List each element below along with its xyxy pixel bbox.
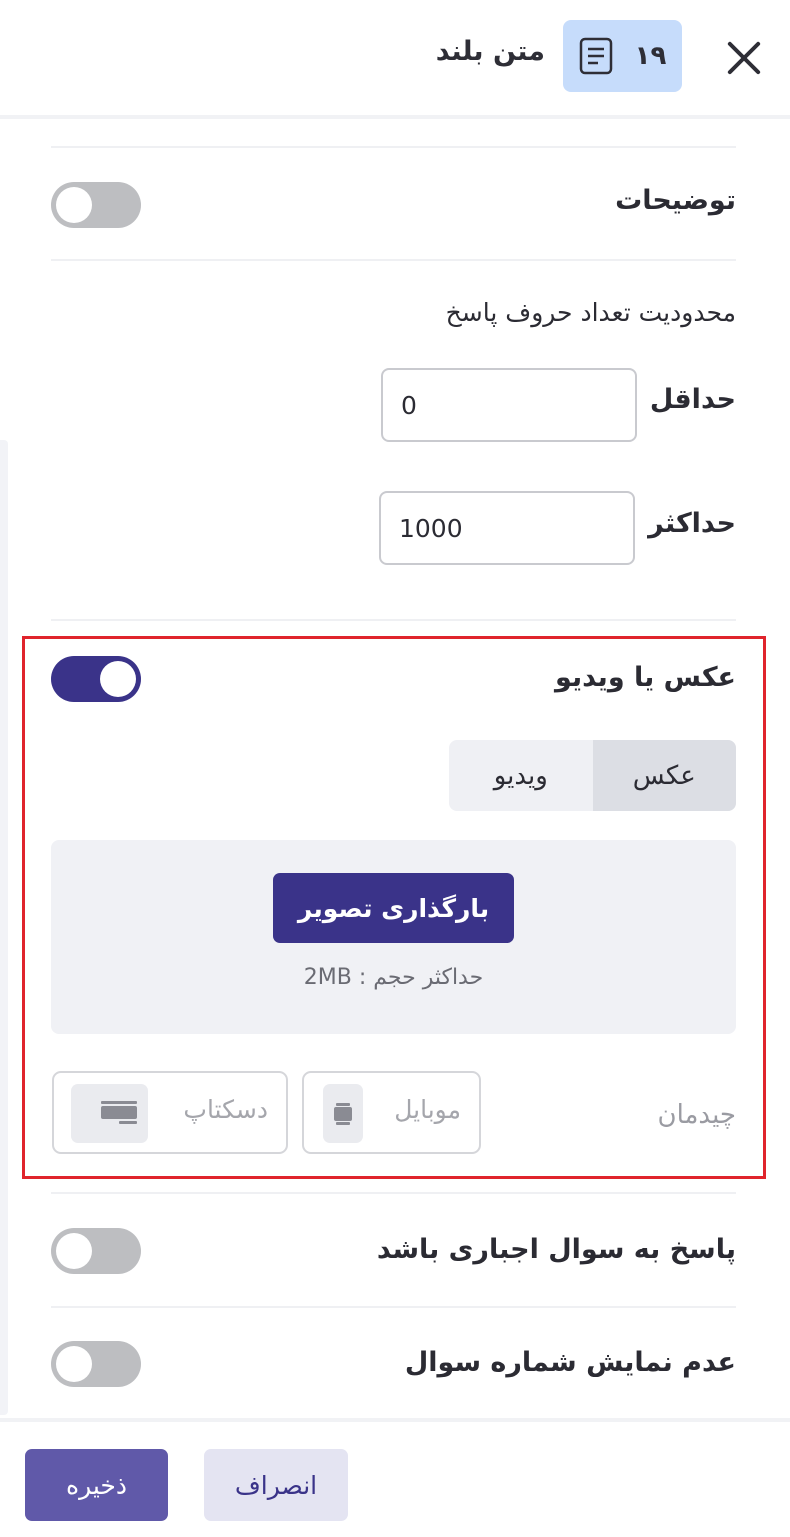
upload-area: بارگذاری تصویر حداکثر حجم : 2MB <box>51 840 736 1034</box>
layout-option-label: موبایل <box>394 1095 461 1124</box>
close-icon[interactable] <box>722 36 766 80</box>
description-label: توضیحات <box>615 185 736 216</box>
layout-option-mobile[interactable]: موبایل <box>302 1071 481 1154</box>
layout-option-desktop[interactable]: دسکتاپ <box>52 1071 288 1154</box>
divider <box>51 259 736 261</box>
question-number-badge: ۱۹ <box>563 20 682 92</box>
required-label: پاسخ به سوال اجباری باشد <box>376 1234 736 1265</box>
upload-size-hint: حداکثر حجم : 2MB <box>303 965 484 990</box>
required-toggle[interactable] <box>51 1228 141 1274</box>
scrollbar-track[interactable] <box>0 440 8 1415</box>
footer-divider <box>0 1418 790 1422</box>
min-chars-input[interactable] <box>381 368 637 442</box>
tab-image[interactable]: عکس <box>592 740 736 811</box>
question-type-title: متن بلند <box>435 36 545 67</box>
toggle-knob <box>100 661 136 697</box>
char-limit-title: محدودیت تعداد حروف پاسخ <box>445 298 736 327</box>
divider <box>51 1306 736 1308</box>
divider <box>51 1192 736 1194</box>
mobile-icon <box>323 1084 363 1143</box>
document-lines-icon <box>579 37 613 75</box>
toggle-knob <box>56 187 92 223</box>
tab-video[interactable]: ویدیو <box>449 740 593 811</box>
desktop-icon <box>71 1084 148 1143</box>
header-divider <box>0 115 790 119</box>
min-label: حداقل <box>649 384 736 415</box>
layout-option-label: دسکتاپ <box>183 1095 268 1124</box>
layout-label: چیدمان <box>657 1100 736 1130</box>
panel-header: ۱۹ متن بلند <box>0 0 790 115</box>
toggle-knob <box>56 1233 92 1269</box>
cancel-button[interactable]: انصراف <box>204 1449 348 1521</box>
divider <box>51 619 736 621</box>
question-number: ۱۹ <box>634 41 667 71</box>
hide-number-toggle[interactable] <box>51 1341 141 1387</box>
hide-number-label: عدم نمایش شماره سوال <box>404 1347 736 1378</box>
media-type-tabs: عکس ویدیو <box>449 740 736 811</box>
media-label: عکس یا ویدیو <box>555 662 736 693</box>
upload-image-button[interactable]: بارگذاری تصویر <box>273 873 514 943</box>
save-button[interactable]: ذخیره <box>25 1449 168 1521</box>
max-chars-input[interactable] <box>379 491 635 565</box>
description-toggle[interactable] <box>51 182 141 228</box>
max-label: حداکثر <box>648 508 736 539</box>
media-toggle[interactable] <box>51 656 141 702</box>
toggle-knob <box>56 1346 92 1382</box>
divider <box>51 146 736 148</box>
